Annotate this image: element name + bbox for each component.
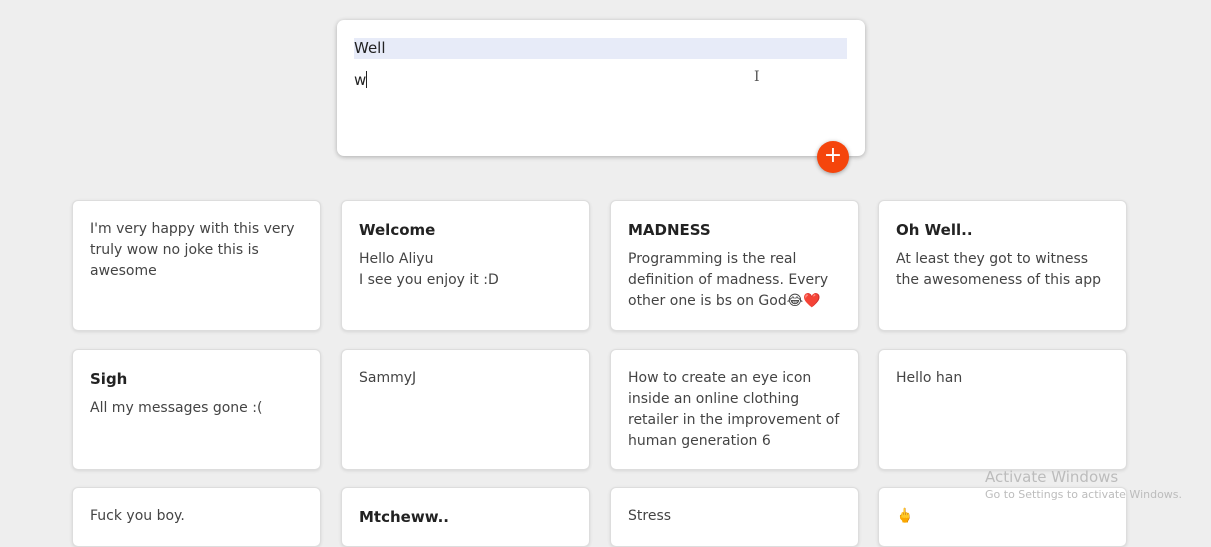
note-content: Programming is the real definition of ma… — [628, 251, 829, 309]
note-title: Mtcheww.. — [359, 508, 449, 526]
note-content: How to create an eye icon inside an onli… — [628, 370, 840, 449]
activate-windows-title: Activate Windows — [985, 468, 1119, 486]
note-content: All my messages gone :( — [90, 400, 263, 416]
note-title: Oh Well.. — [896, 221, 973, 239]
note-card[interactable]: Sigh All my messages gone :( — [72, 349, 321, 470]
composer-content-text: w — [354, 71, 367, 89]
note-composer: Well w I + — [337, 20, 865, 173]
note-content: Stress — [628, 508, 672, 524]
activate-windows-subtitle: Go to Settings to activate Windows. — [985, 488, 1183, 501]
note-content: Fuck you boy. — [90, 508, 185, 524]
note-card[interactable]: How to create an eye icon inside an onli… — [610, 349, 859, 470]
note-card[interactable]: I'm very happy with this very truly wow … — [72, 200, 321, 331]
note-content: I'm very happy with this very truly wow … — [90, 221, 295, 279]
note-card[interactable]: Stress — [610, 487, 859, 547]
note-card[interactable]: Fuck you boy. — [72, 487, 321, 547]
note-card[interactable]: Mtcheww.. — [341, 487, 590, 547]
note-content: SammyJ — [359, 370, 417, 386]
note-card[interactable]: Hello han — [878, 349, 1127, 470]
note-title: Sigh — [90, 370, 128, 388]
note-title: MADNESS — [628, 221, 711, 239]
note-card[interactable]: SammyJ — [341, 349, 590, 470]
note-card[interactable]: Oh Well.. At least they got to witness t… — [878, 200, 1127, 331]
composer-content-input[interactable]: w — [354, 71, 368, 89]
text-caret — [366, 71, 368, 88]
composer-title-input[interactable]: Well — [354, 38, 847, 59]
note-content: At least they got to witness the awesome… — [896, 251, 1101, 288]
note-card[interactable]: MADNESS Programming is the real definiti… — [610, 200, 859, 331]
note-card[interactable]: Welcome Hello Aliyu I see you enjoy it :… — [341, 200, 590, 331]
note-content: Hello Aliyu I see you enjoy it :D — [359, 251, 499, 288]
note-content: Hello han — [896, 370, 963, 386]
note-content: 🖕 — [896, 508, 914, 524]
note-title: Welcome — [359, 221, 436, 239]
add-note-button[interactable]: + — [817, 141, 849, 173]
ibeam-cursor-icon: I — [754, 69, 760, 85]
